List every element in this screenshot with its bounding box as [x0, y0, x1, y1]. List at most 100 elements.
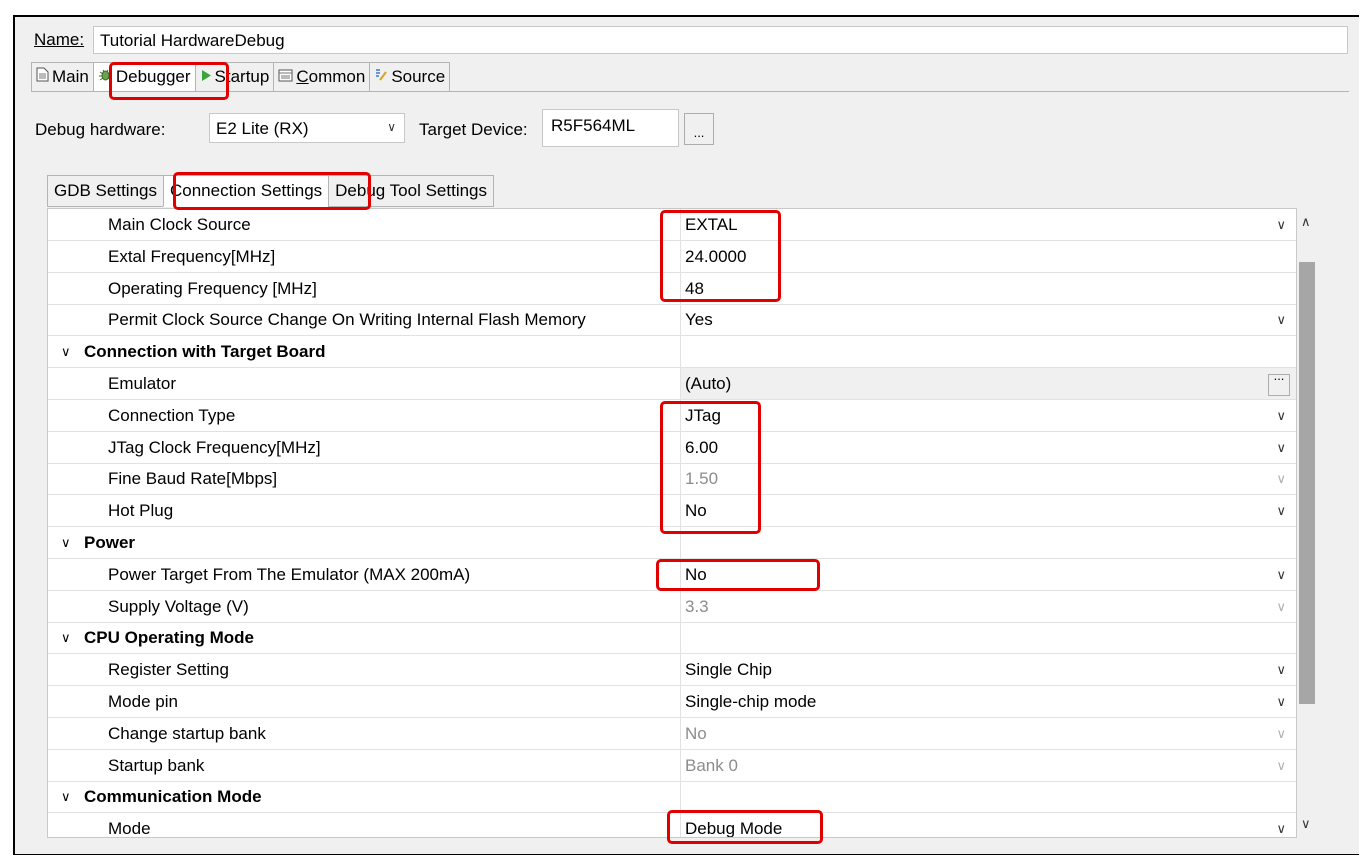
property-row-mode-pin[interactable]: Mode pin Single-chip mode ∨	[48, 686, 1296, 718]
property-row-power-target-from-the-emulator-max-200ma[interactable]: Power Target From The Emulator (MAX 200m…	[48, 559, 1296, 591]
chevron-down-icon[interactable]: ∨	[1276, 400, 1286, 431]
property-value[interactable]: 24.0000	[680, 241, 1296, 272]
tab-debug-tool-settings[interactable]: Debug Tool Settings	[328, 175, 495, 207]
property-value-text: EXTAL	[685, 215, 738, 234]
category-value-cell	[680, 527, 1296, 558]
scroll-up-icon[interactable]: ∧	[1301, 214, 1311, 230]
property-row-change-startup-bank[interactable]: Change startup bank No ∨	[48, 718, 1296, 750]
chevron-down-icon[interactable]: ∨	[61, 622, 71, 653]
property-value[interactable]: No ∨	[680, 559, 1296, 590]
window-icon	[278, 67, 293, 87]
property-value-text: 6.00	[685, 438, 719, 457]
property-value[interactable]: 48	[680, 273, 1296, 304]
chevron-down-icon[interactable]: ∨	[1276, 686, 1286, 717]
property-value-text: Single Chip	[685, 660, 772, 679]
property-value[interactable]: Yes ∨	[680, 304, 1296, 335]
chevron-down-icon[interactable]: ∨	[1276, 654, 1286, 685]
property-row-mode[interactable]: Mode Debug Mode ∨	[48, 813, 1296, 838]
property-value-text: (Auto)	[685, 374, 732, 393]
chevron-down-icon[interactable]: ∨	[1276, 495, 1286, 526]
property-value: 3.3 ∨	[680, 591, 1296, 622]
play-icon	[200, 67, 212, 87]
scrollbar-thumb[interactable]	[1299, 262, 1315, 704]
property-row-main-clock-source[interactable]: Main Clock Source EXTAL ∨	[48, 209, 1296, 241]
property-row-fine-baud-rate-mbps[interactable]: Fine Baud Rate[Mbps] 1.50 ∨	[48, 463, 1296, 495]
category-row-connection-with-target-board[interactable]: ∨ Connection with Target Board	[48, 336, 1296, 368]
property-row-permit-clock-source-change-on-writing-internal-flash-memory[interactable]: Permit Clock Source Change On Writing In…	[48, 304, 1296, 336]
property-value[interactable]: Single Chip ∨	[680, 654, 1296, 685]
chevron-down-icon: ∨	[1276, 726, 1286, 741]
target-device-browse-button[interactable]: ...	[684, 113, 714, 145]
property-key: Hot Plug	[108, 501, 174, 520]
tab-connection-settings[interactable]: Connection Settings	[163, 175, 330, 207]
chevron-down-icon[interactable]: ∨	[1276, 813, 1286, 837]
chevron-down-icon[interactable]: ∨	[1276, 209, 1286, 240]
property-value[interactable]: 6.00 ∨	[680, 432, 1296, 463]
category-row-communication-mode[interactable]: ∨ Communication Mode	[48, 781, 1296, 813]
property-row-register-setting[interactable]: Register Setting Single Chip ∨	[48, 654, 1296, 686]
chevron-down-icon[interactable]: ∨	[61, 527, 71, 558]
property-value[interactable]: JTag ∨	[680, 400, 1296, 431]
category-value-cell	[680, 622, 1296, 653]
property-row-connection-type[interactable]: Connection Type JTag ∨	[48, 400, 1296, 432]
property-key: Register Setting	[108, 660, 229, 679]
property-value[interactable]: Debug Mode ∨	[680, 813, 1296, 837]
property-key: Power Target From The Emulator (MAX 200m…	[108, 565, 471, 584]
chevron-down-icon[interactable]: ∨	[1276, 304, 1286, 335]
property-value-text: 24.0000	[685, 247, 747, 266]
property-row-jtag-clock-frequency-mhz[interactable]: JTag Clock Frequency[MHz] 6.00 ∨	[48, 432, 1296, 464]
property-key: Operating Frequency [MHz]	[108, 279, 317, 298]
debug-hardware-label: Debug hardware:	[35, 120, 166, 139]
debug-hardware-select[interactable]: E2 Lite (RX) ∨	[209, 113, 405, 143]
property-row-hot-plug[interactable]: Hot Plug No ∨	[48, 495, 1296, 527]
debugger-subtabs: GDB Settings Connection Settings Debug T…	[47, 175, 495, 207]
chevron-down-icon[interactable]: ∨	[1276, 432, 1286, 463]
property-value[interactable]: No ∨	[680, 495, 1296, 526]
property-row-operating-frequency-mhz[interactable]: Operating Frequency [MHz] 48	[48, 273, 1296, 305]
property-value[interactable]: (Auto)...	[680, 368, 1296, 399]
tab-main[interactable]: Main	[31, 62, 94, 92]
property-key: JTag Clock Frequency[MHz]	[108, 438, 321, 457]
category-value-cell	[680, 781, 1296, 812]
bug-icon	[98, 67, 113, 87]
property-key: Main Clock Source	[108, 215, 251, 234]
property-key: Power	[84, 533, 136, 552]
property-row-supply-voltage-v[interactable]: Supply Voltage (V) 3.3 ∨	[48, 591, 1296, 623]
target-device-field[interactable]: R5F564ML	[542, 109, 679, 147]
property-key: Mode pin	[108, 692, 178, 711]
debug-hardware-value: E2 Lite (RX)	[216, 119, 309, 138]
category-row-power[interactable]: ∨ Power	[48, 527, 1296, 559]
property-row-startup-bank[interactable]: Startup bank Bank 0 ∨	[48, 750, 1296, 782]
property-row-emulator[interactable]: Emulator (Auto)...	[48, 368, 1296, 400]
chevron-down-icon[interactable]: ∨	[61, 781, 71, 812]
document-icon	[36, 67, 49, 87]
property-value[interactable]: Single-chip mode ∨	[680, 686, 1296, 717]
tab-source[interactable]: Source	[369, 62, 451, 92]
category-value-cell	[680, 336, 1296, 367]
tab-debugger[interactable]: Debugger	[92, 62, 196, 92]
scroll-down-icon[interactable]: ∨	[1301, 816, 1311, 832]
tab-label: Startup	[214, 67, 270, 86]
property-value-text: No	[685, 724, 707, 743]
property-value-text: 1.50	[685, 469, 719, 488]
emulator-browse-button[interactable]: ...	[1268, 368, 1290, 396]
name-field[interactable]: Tutorial HardwareDebug	[93, 26, 1348, 54]
tab-label: Common	[296, 67, 366, 86]
property-value-text: No	[685, 501, 707, 520]
config-tabs: Main Debugger Startup Common Source	[31, 62, 451, 92]
property-row-extal-frequency-mhz[interactable]: Extal Frequency[MHz] 24.0000	[48, 241, 1296, 273]
property-key: Mode	[108, 819, 151, 838]
chevron-down-icon[interactable]: ∨	[1276, 559, 1286, 590]
property-value-text: Yes	[685, 310, 713, 329]
property-key: Change startup bank	[108, 724, 266, 743]
property-value[interactable]: EXTAL ∨	[680, 209, 1296, 240]
tab-gdb-settings[interactable]: GDB Settings	[47, 175, 164, 207]
tab-label: Debugger	[115, 67, 191, 86]
source-icon	[374, 67, 388, 87]
tab-startup[interactable]: Startup	[194, 62, 275, 92]
chevron-down-icon[interactable]: ∨	[61, 336, 71, 367]
tab-common[interactable]: Common	[273, 62, 371, 92]
category-row-cpu-operating-mode[interactable]: ∨ CPU Operating Mode	[48, 622, 1296, 654]
property-key: Communication Mode	[84, 787, 262, 806]
property-value: No ∨	[680, 718, 1296, 749]
